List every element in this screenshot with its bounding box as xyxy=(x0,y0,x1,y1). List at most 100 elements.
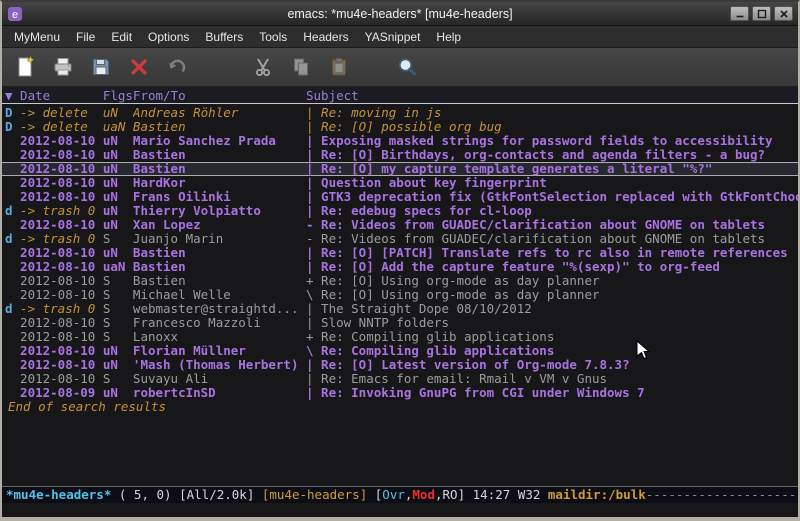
message-row[interactable]: d-> trash 0Swebmaster@straightd...|The S… xyxy=(2,302,798,316)
row-subject: Re: Compiling glib applications xyxy=(321,330,798,344)
message-row[interactable]: 2012-08-10uNFrans Oilinki|GTK3 deprecati… xyxy=(2,190,798,204)
message-row-current[interactable]: 2012-08-10uNBastien|Re: [O] my capture t… xyxy=(2,162,798,176)
menu-options[interactable]: Options xyxy=(140,27,197,47)
row-date: -> delete xyxy=(20,106,103,120)
row-date: 2012-08-10 xyxy=(20,316,103,330)
message-row[interactable]: 2012-08-10uN'Mash (Thomas Herbert)|Re: [… xyxy=(2,358,798,372)
row-date: -> trash 0 xyxy=(20,232,103,246)
end-of-results-marker: End of search results xyxy=(2,400,798,414)
svg-text:e: e xyxy=(12,9,18,21)
row-from: Francesco Mazzoli xyxy=(133,316,306,330)
modeline-filler: ----------------------------------------… xyxy=(646,487,798,502)
minimize-button[interactable] xyxy=(730,6,749,21)
save-button[interactable] xyxy=(88,53,114,81)
mark-char: d xyxy=(5,204,20,218)
message-row[interactable]: 2012-08-10uNBastien|Re: [O] Birthdays, o… xyxy=(2,148,798,162)
row-subject: GTK3 deprecation fix (GtkFontSelection r… xyxy=(321,190,798,204)
sort-column-date[interactable]: ▼ Date xyxy=(5,88,103,103)
mark-char xyxy=(5,316,20,330)
thread-indicator: | xyxy=(306,204,321,218)
print-button[interactable] xyxy=(50,53,76,81)
title-bar[interactable]: e emacs: *mu4e-headers* [mu4e-headers] xyxy=(2,2,798,26)
message-row[interactable]: 2012-08-10uaNBastien|Re: [O] Add the cap… xyxy=(2,260,798,274)
row-from: Bastien xyxy=(133,260,306,274)
row-from: Juanjo Marin xyxy=(133,232,306,246)
row-from: Frans Oilinki xyxy=(133,190,306,204)
menu-help[interactable]: Help xyxy=(428,27,469,47)
message-row[interactable]: 2012-08-09uNrobertcInSD|Re: Invoking Gnu… xyxy=(2,386,798,400)
new-file-button[interactable] xyxy=(12,53,38,81)
close-buffer-button[interactable] xyxy=(126,53,152,81)
thread-indicator: | xyxy=(306,302,321,316)
paste-button[interactable] xyxy=(326,53,352,81)
menu-headers[interactable]: Headers xyxy=(295,27,356,47)
undo-button[interactable] xyxy=(164,53,190,81)
row-from: Florian Müllner xyxy=(133,344,306,358)
row-date: 2012-08-10 xyxy=(20,190,103,204)
row-subject: Slow NNTP folders xyxy=(321,316,798,330)
emacs-window: e emacs: *mu4e-headers* [mu4e-headers] M… xyxy=(0,0,800,521)
copy-button[interactable] xyxy=(288,53,314,81)
message-row[interactable]: d-> trash 0SJuanjo Marin-Re: Videos from… xyxy=(2,232,798,246)
mark-char xyxy=(5,162,20,176)
message-row[interactable]: 2012-08-10SSuvayu Ali|Re: Emacs for emai… xyxy=(2,372,798,386)
message-row[interactable]: D-> deleteuaNBastien|Re: [O] possible or… xyxy=(2,120,798,134)
row-subject: Re: Emacs for email: Rmail v VM v Gnus xyxy=(321,372,798,386)
row-flags: uaN xyxy=(103,120,133,134)
message-row[interactable]: 2012-08-10uNBastien|Re: [O] [PATCH] Tran… xyxy=(2,246,798,260)
minimize-icon xyxy=(735,9,745,19)
row-subject: Re: moving in js xyxy=(321,106,798,120)
row-flags: S xyxy=(103,288,133,302)
mark-char xyxy=(5,260,20,274)
row-flags: S xyxy=(103,232,133,246)
row-date: -> trash 0 xyxy=(20,302,103,316)
message-row[interactable]: 2012-08-10SLanoxx+Re: Compiling glib app… xyxy=(2,330,798,344)
column-from-to[interactable]: From/To xyxy=(133,88,306,103)
message-row[interactable]: 2012-08-10uNFlorian Müllner\Re: Compilin… xyxy=(2,344,798,358)
row-date: 2012-08-10 xyxy=(20,288,103,302)
row-from: Bastien xyxy=(133,148,306,162)
row-flags: uN xyxy=(103,246,133,260)
message-row[interactable]: 2012-08-10uNHardKor|Question about key f… xyxy=(2,176,798,190)
clock: 14:27 W32 xyxy=(473,487,548,502)
row-from: 'Mash (Thomas Herbert) xyxy=(133,358,306,372)
menu-yasnippet[interactable]: YASnippet xyxy=(357,27,429,47)
row-flags: uN xyxy=(103,204,133,218)
search-button[interactable] xyxy=(394,53,420,81)
message-row[interactable]: 2012-08-10SBastien+Re: [O] Using org-mod… xyxy=(2,274,798,288)
row-from: HardKor xyxy=(133,176,306,190)
major-mode[interactable]: [mu4e-headers] xyxy=(262,487,367,502)
column-subject[interactable]: Subject xyxy=(306,88,798,103)
menu-tools[interactable]: Tools xyxy=(251,27,295,47)
mark-char: d xyxy=(5,232,20,246)
menu-buffers[interactable]: Buffers xyxy=(197,27,251,47)
mark-char xyxy=(5,134,20,148)
row-date: 2012-08-10 xyxy=(20,330,103,344)
close-window-button[interactable] xyxy=(774,6,793,21)
row-subject: Re: [O] Latest version of Org-mode 7.8.3… xyxy=(321,358,798,372)
search-icon xyxy=(395,55,419,79)
row-from: robertcInSD xyxy=(133,386,306,400)
message-row[interactable]: 2012-08-10uNXan Lopez-Re: Videos from GU… xyxy=(2,218,798,232)
thread-indicator: - xyxy=(306,218,321,232)
menu-mymenu[interactable]: MyMenu xyxy=(6,27,68,47)
message-row[interactable]: d-> trash 0uNThierry Volpiatto|Re: edebu… xyxy=(2,204,798,218)
maximize-button[interactable] xyxy=(752,6,771,21)
menu-file[interactable]: File xyxy=(68,27,103,47)
row-date: 2012-08-09 xyxy=(20,386,103,400)
new-file-icon xyxy=(13,55,37,79)
mark-char xyxy=(5,358,20,372)
row-date: 2012-08-10 xyxy=(20,148,103,162)
mark-char: D xyxy=(5,120,20,134)
print-icon xyxy=(51,55,75,79)
maildir-path: maildir:/bulk xyxy=(548,487,646,502)
message-row[interactable]: D-> deleteuNAndreas Röhler|Re: moving in… xyxy=(2,106,798,120)
message-row[interactable]: 2012-08-10SMichael Welle\Re: [O] Using o… xyxy=(2,288,798,302)
menu-edit[interactable]: Edit xyxy=(103,27,140,47)
column-flags[interactable]: Flgs xyxy=(103,88,133,103)
cut-button[interactable] xyxy=(250,53,276,81)
mark-char xyxy=(5,344,20,358)
row-date: 2012-08-10 xyxy=(20,134,103,148)
message-row[interactable]: 2012-08-10SFrancesco Mazzoli|Slow NNTP f… xyxy=(2,316,798,330)
message-row[interactable]: 2012-08-10uNMario Sanchez Prada|Exposing… xyxy=(2,134,798,148)
